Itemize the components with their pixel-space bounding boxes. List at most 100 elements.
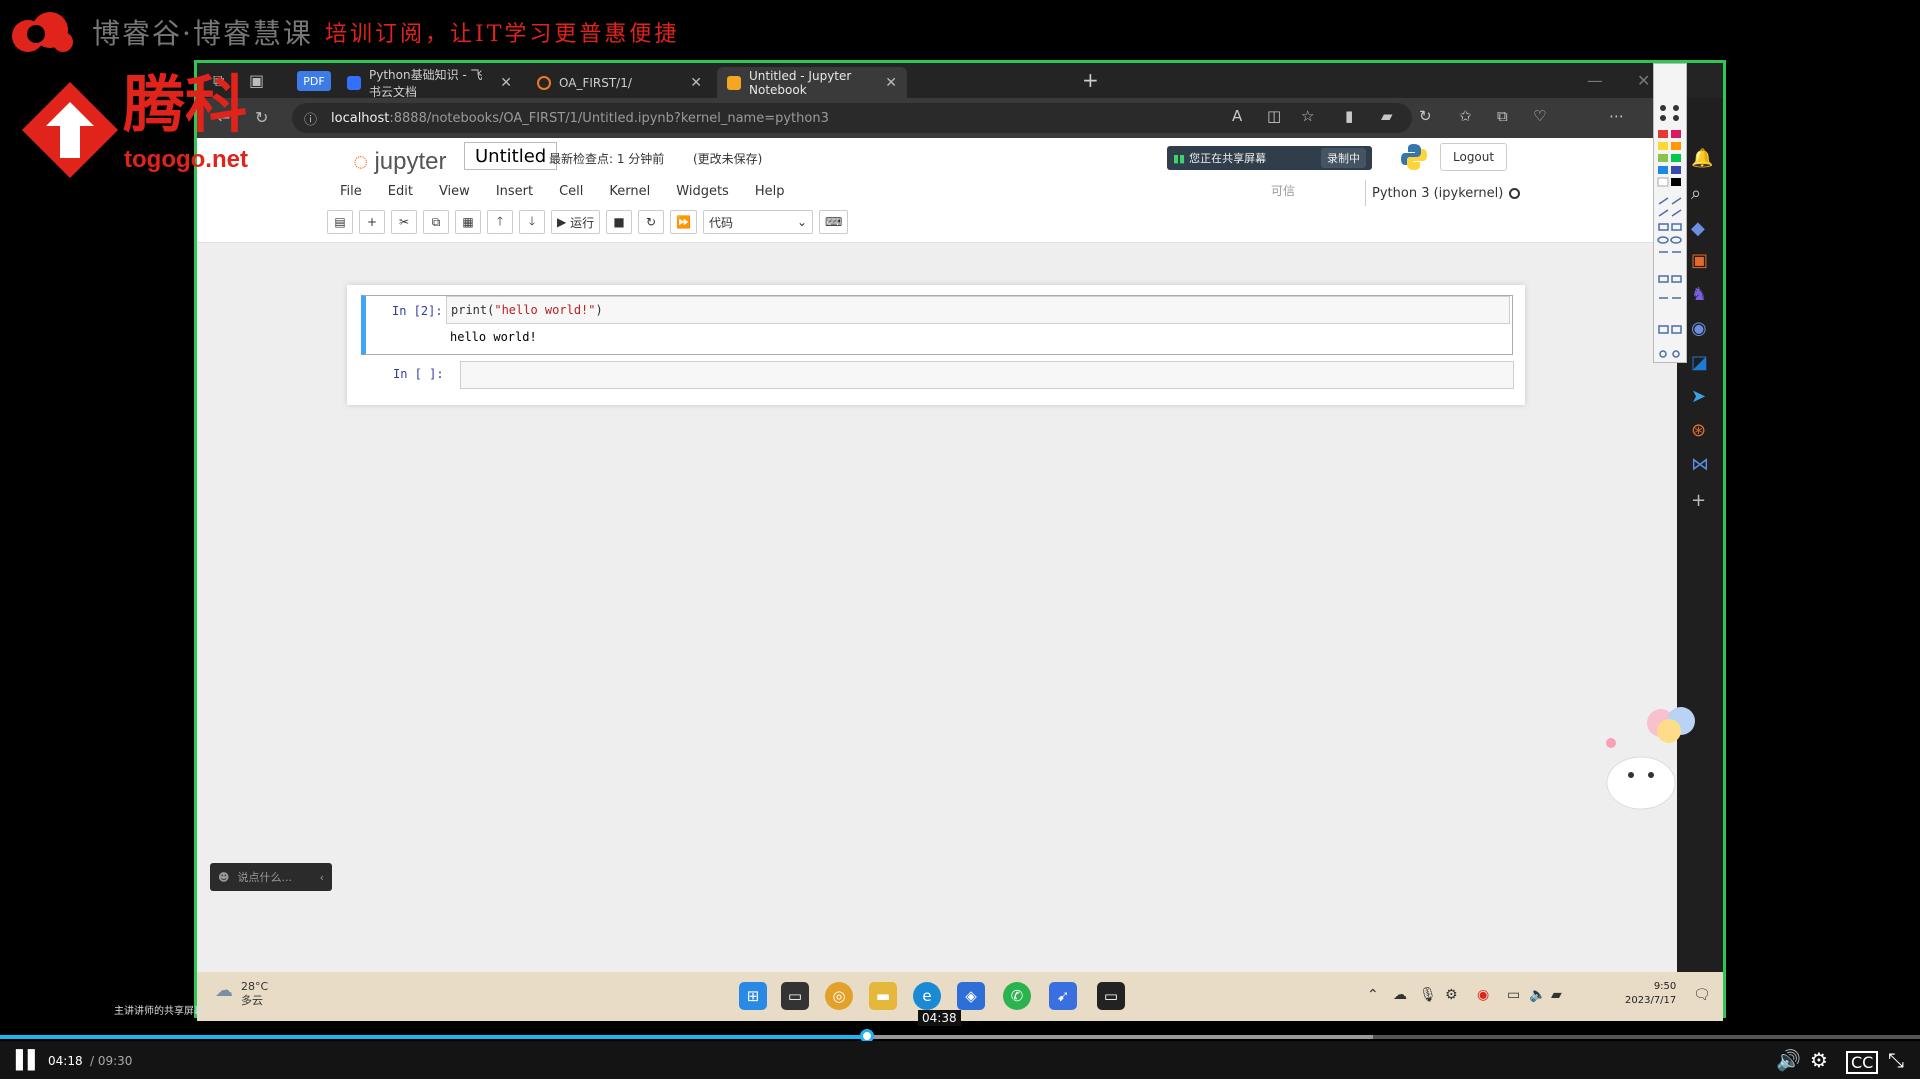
command-palette-button[interactable]: ⌨ [819, 210, 849, 234]
tab-oa-first[interactable]: OA_FIRST/1/ ✕ [527, 67, 712, 98]
close-icon[interactable]: ✕ [885, 75, 897, 91]
trusted-indicator[interactable]: 可信 [1271, 182, 1295, 199]
settings-tray-icon[interactable]: ⚙ [1445, 987, 1458, 1003]
menu-file[interactable]: File [327, 180, 375, 206]
chrome-icon[interactable]: ◎ [825, 982, 853, 1010]
address-bar[interactable]: ⓘ localhost:8888/notebooks/OA_FIRST/1/Un… [292, 103, 1412, 133]
pause-icon: ▌▌ [16, 1050, 42, 1071]
tag-icon[interactable]: ◆ [1691, 218, 1705, 239]
file-explorer-icon[interactable]: ▬ [869, 982, 897, 1010]
feedback-icon[interactable]: ▰ [1381, 107, 1393, 125]
edge-icon[interactable]: e [913, 982, 941, 1010]
notification-icon[interactable]: 🗨 [1693, 987, 1711, 1003]
insert-cell-button[interactable]: + [359, 210, 385, 234]
move-up-button[interactable]: 🡑 [487, 210, 513, 234]
split-screen-icon[interactable]: ◫ [1267, 107, 1281, 125]
sync-icon[interactable]: ↻ [1419, 107, 1432, 125]
wechat-icon[interactable]: ✆ [1003, 982, 1031, 1010]
window-close-icon[interactable]: ✕ [1637, 71, 1650, 90]
annotation-palette[interactable] [1653, 63, 1687, 363]
save-button[interactable]: ▤ [327, 210, 353, 234]
collections-icon[interactable]: ⧉ [1497, 107, 1508, 125]
task-view-icon[interactable]: ▭ [781, 982, 809, 1010]
battery-icon[interactable]: ▰ [1551, 987, 1562, 1003]
link-icon[interactable]: ⋈ [1691, 454, 1709, 475]
copilot-icon[interactable]: ◉ [1691, 318, 1707, 339]
cut-button[interactable]: ✂ [391, 210, 417, 234]
chat-placeholder: 说点什么... [237, 871, 292, 884]
bell-icon[interactable]: 🔔 [1691, 148, 1713, 169]
volume-icon[interactable]: 🔈 [1529, 987, 1546, 1003]
network-icon[interactable]: ▭ [1507, 987, 1520, 1003]
clock-date: 2023/7/17 [1625, 995, 1677, 1006]
close-icon[interactable]: ✕ [690, 75, 702, 91]
volume-icon[interactable]: 🔊 [1776, 1048, 1801, 1072]
emoji-icon[interactable]: ☻ [218, 871, 229, 884]
menu-kernel[interactable]: Kernel [596, 180, 663, 206]
refresh-icon[interactable]: ↻ [255, 108, 268, 127]
weather-widget[interactable]: ☁ 28°C 多云 [215, 980, 268, 1008]
close-icon[interactable]: ✕ [500, 75, 512, 91]
restart-run-all-button[interactable]: ⏩ [670, 210, 698, 234]
site-info-icon[interactable]: ⓘ [304, 109, 317, 128]
pdf-tab-badge[interactable]: PDF [297, 71, 331, 91]
code-editor-empty[interactable] [460, 361, 1514, 389]
search-icon[interactable]: ⌕ [1691, 183, 1701, 204]
extension-icon[interactable]: ▮ [1345, 107, 1353, 125]
add-icon[interactable]: + [1691, 490, 1706, 511]
logout-button[interactable]: Logout [1440, 143, 1508, 171]
menu-widgets[interactable]: Widgets [663, 180, 742, 206]
menu-edit[interactable]: Edit [375, 180, 426, 206]
settings-icon[interactable]: ⚙ [1810, 1048, 1828, 1072]
favorites-icon[interactable]: ✩ [1459, 107, 1472, 125]
hover-time-tooltip: 04:38 [918, 1010, 961, 1026]
code-editor[interactable]: print("hello world!") [446, 296, 1510, 324]
system-clock[interactable]: 9:50 2023/7/17 [1625, 980, 1676, 1008]
meeting-app-icon[interactable]: ◈ [957, 982, 985, 1010]
read-aloud-icon[interactable]: A [1232, 107, 1242, 125]
run-button[interactable]: ▶ 运行 [551, 210, 601, 234]
favorite-star-icon[interactable]: ☆ [1301, 107, 1314, 125]
antivirus-icon[interactable]: ◉ [1477, 987, 1489, 1003]
minimize-icon[interactable]: — [1587, 71, 1603, 90]
pause-button[interactable]: ▌▌ [16, 1050, 42, 1071]
office-icon[interactable]: ⊛ [1691, 420, 1706, 441]
send-icon[interactable]: ➤ [1691, 386, 1706, 407]
cell-output: hello world! [450, 330, 537, 344]
tray-expand-icon[interactable]: ⌃ [1367, 987, 1379, 1003]
menu-insert[interactable]: Insert [483, 180, 546, 206]
subtitles-icon[interactable]: CC [1846, 1051, 1879, 1074]
more-menu-icon[interactable]: ⋯ [1609, 107, 1624, 125]
onedrive-icon[interactable]: ☁ [1393, 987, 1407, 1003]
code-cell-selected[interactable]: In [2]: print("hello world!") hello worl… [361, 295, 1513, 355]
tab-actions-icon[interactable]: ▣ [249, 71, 264, 90]
tab-feishu[interactable]: Python基础知识 - 飞书云文档 ✕ [337, 67, 522, 99]
menu-help[interactable]: Help [742, 180, 798, 206]
notebook-title[interactable]: Untitled [464, 142, 558, 170]
outlook-icon[interactable]: ◪ [1691, 352, 1708, 373]
feishu-icon[interactable]: ➹ [1049, 982, 1077, 1010]
copy-button[interactable]: ⧉ [423, 210, 449, 234]
new-tab-button[interactable]: + [1082, 68, 1099, 92]
recording-badge[interactable]: 录制中 [1321, 148, 1366, 168]
windows-start-icon[interactable]: ⊞ [739, 982, 767, 1010]
menu-view[interactable]: View [426, 180, 483, 206]
microphone-icon[interactable]: 🎙 [1419, 987, 1437, 1003]
games-icon[interactable]: ♞ [1691, 284, 1707, 305]
restart-button[interactable]: ↻ [638, 210, 665, 234]
paste-button[interactable]: ▦ [455, 210, 481, 234]
code-string: "hello world!" [494, 303, 596, 317]
kernel-indicator[interactable]: Python 3 (ipykernel) [1365, 180, 1521, 206]
cell-type-select[interactable]: 代码 ⌄ [703, 210, 814, 234]
chat-input[interactable]: ☻ 说点什么... ‹ [210, 863, 332, 891]
heart-icon[interactable]: ♡ [1533, 107, 1546, 125]
move-down-button[interactable]: 🡓 [519, 210, 545, 234]
toolbox-icon[interactable]: ▣ [1691, 250, 1708, 271]
menu-cell[interactable]: Cell [546, 180, 596, 206]
interrupt-button[interactable]: ■ [606, 210, 633, 234]
collapse-chevron-icon[interactable]: ‹ [320, 871, 324, 884]
terminal-icon[interactable]: ▭ [1097, 982, 1125, 1010]
exit-fullscreen-icon[interactable]: ⤡ [1888, 1048, 1904, 1072]
jupyter-logo[interactable]: ◌ jupyter [353, 146, 447, 177]
tab-untitled-notebook[interactable]: Untitled - Jupyter Notebook ✕ [717, 67, 907, 98]
